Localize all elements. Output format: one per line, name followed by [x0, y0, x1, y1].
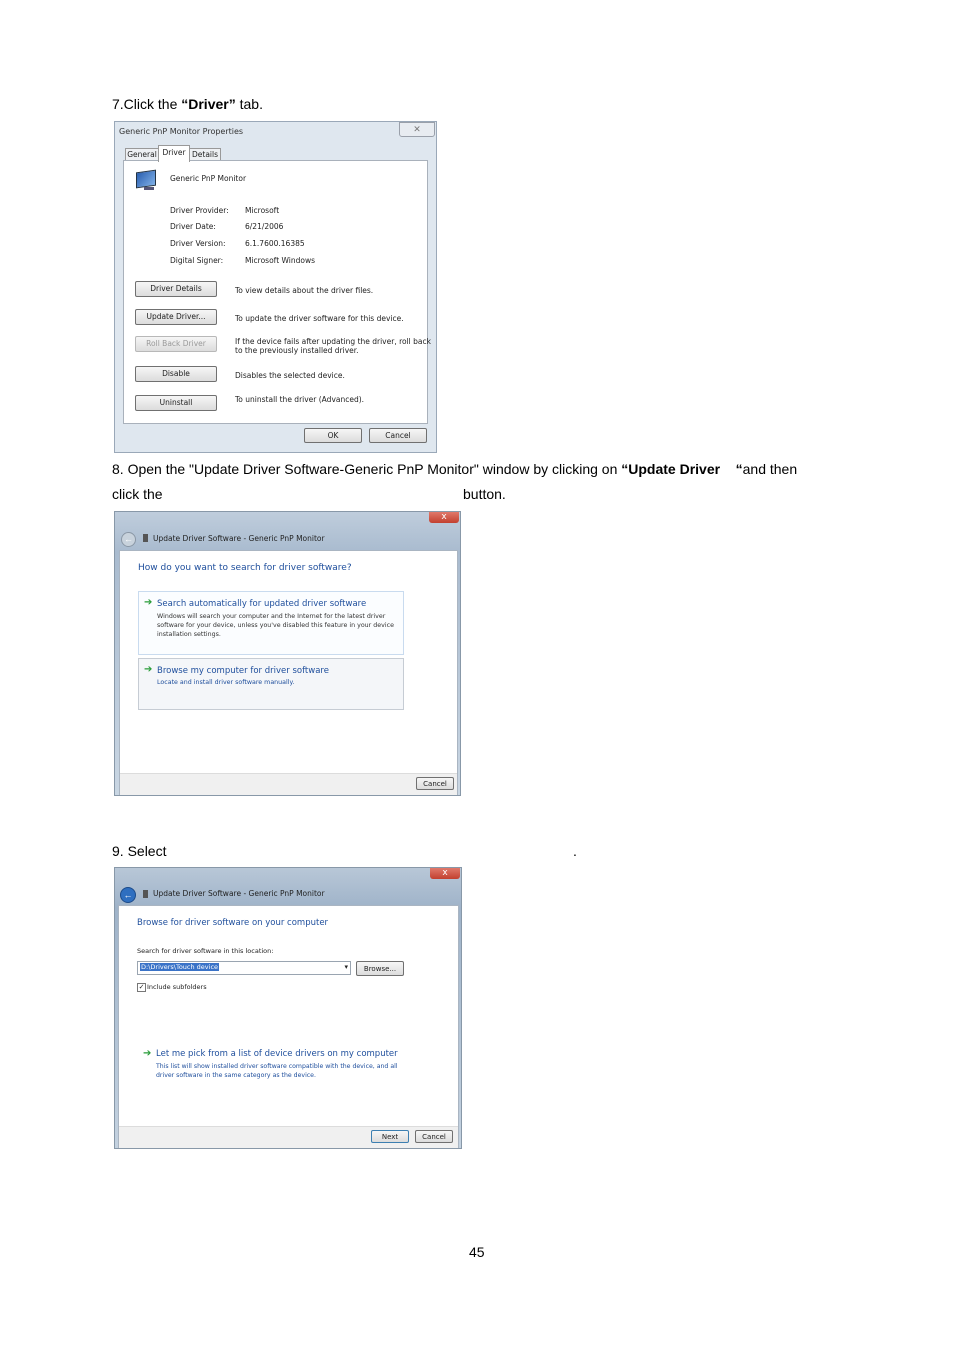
cancel-button[interactable]: Cancel: [369, 428, 427, 443]
green-arrow-icon: ➔: [144, 664, 153, 675]
uninstall-desc: To uninstall the driver (Advanced).: [235, 395, 365, 404]
footer-divider: [120, 773, 457, 795]
ok-button[interactable]: OK: [304, 428, 362, 443]
monitor-icon: [136, 169, 156, 189]
roll-back-desc: If the device fails after updating the d…: [235, 337, 431, 346]
browse-heading: Browse for driver software on your compu…: [137, 918, 329, 928]
option-title: Browse my computer for driver software: [157, 666, 329, 676]
cancel-button[interactable]: Cancel: [416, 777, 454, 790]
info-value: 6/21/2006: [245, 222, 284, 231]
update-driver-search-screenshot: x ← Update Driver Software - Generic PnP…: [114, 511, 461, 796]
window-title: Update Driver Software - Generic PnP Mon…: [153, 889, 325, 898]
driver-panel: Generic PnP Monitor Driver Provider: Mic…: [123, 160, 431, 424]
driver-details-desc: To view details about the driver files.: [235, 286, 374, 295]
browse-driver-screenshot: x ← Update Driver Software - Generic PnP…: [114, 867, 462, 1149]
step8-instruction-line2-left: click the: [112, 486, 163, 502]
info-label: Driver Version:: [170, 239, 226, 248]
step8-instruction-line1: 8. Open the "Update Driver Software-Gene…: [112, 461, 798, 477]
option-desc-line: Windows will search your computer and th…: [157, 613, 386, 620]
driver-details-button[interactable]: Driver Details: [135, 281, 217, 297]
step9-instruction-end: .: [573, 843, 577, 859]
info-value: Microsoft: [245, 206, 280, 215]
next-button[interactable]: Next: [371, 1130, 409, 1143]
back-arrow-icon[interactable]: ←: [121, 532, 136, 547]
dialog-title: Generic PnP Monitor Properties: [119, 127, 244, 136]
include-subfolders-checkbox[interactable]: ✓: [137, 983, 146, 992]
device-icon: [143, 890, 148, 898]
disable-button[interactable]: Disable: [135, 366, 217, 382]
option-desc-line: installation settings.: [157, 631, 221, 638]
option-desc-line: software for your device, unless you've …: [157, 622, 394, 629]
green-arrow-icon: ➔: [144, 597, 153, 608]
info-label: Digital Signer:: [170, 256, 224, 265]
path-value: D:\Drivers\Touch device: [140, 963, 220, 971]
info-label: Driver Date:: [170, 222, 216, 231]
pick-from-list-link[interactable]: Let me pick from a list of device driver…: [156, 1049, 398, 1059]
option-desc: Locate and install driver software manua…: [157, 679, 295, 686]
tab-driver[interactable]: Driver: [158, 145, 190, 162]
close-icon[interactable]: x: [429, 512, 459, 523]
cancel-button[interactable]: Cancel: [415, 1130, 453, 1143]
window-title: Update Driver Software - Generic PnP Mon…: [153, 534, 325, 543]
search-location-label: Search for driver software in this locat…: [137, 947, 274, 955]
roll-back-desc-line2: to the previously installed driver.: [235, 346, 359, 355]
info-value: 6.1.7600.16385: [245, 239, 305, 248]
content-area: How do you want to search for driver sof…: [119, 550, 458, 795]
pick-desc-line: This list will show installed driver sof…: [156, 1063, 398, 1070]
step8-instruction-line2-right: button.: [463, 486, 506, 502]
close-icon[interactable]: ✕: [399, 122, 435, 137]
step9-instruction: 9. Select: [112, 843, 167, 859]
info-value: Microsoft Windows: [245, 256, 315, 265]
browse-button[interactable]: Browse...: [356, 961, 404, 976]
monitor-stand-icon: [144, 187, 154, 190]
roll-back-driver-button[interactable]: Roll Back Driver: [135, 336, 217, 352]
step7-instruction: 7.Click the “Driver” tab.: [112, 96, 263, 112]
green-arrow-icon: ➔: [143, 1048, 152, 1059]
option-title: Search automatically for updated driver …: [157, 599, 367, 609]
path-combobox[interactable]: D:\Drivers\Touch device ▾: [137, 961, 351, 975]
pick-desc-line: driver software in the same category as …: [156, 1072, 316, 1079]
update-driver-button[interactable]: Update Driver...: [135, 309, 217, 325]
close-icon[interactable]: x: [430, 868, 460, 879]
search-automatically-option[interactable]: ➔ Search automatically for updated drive…: [138, 591, 404, 655]
include-subfolders-label: Include subfolders: [147, 983, 207, 991]
device-name: Generic PnP Monitor: [170, 174, 247, 183]
page-number: 45: [469, 1244, 485, 1260]
content-area: Browse for driver software on your compu…: [118, 905, 459, 1148]
question-heading: How do you want to search for driver sof…: [138, 563, 352, 573]
device-icon: [143, 534, 148, 542]
browse-computer-option[interactable]: ➔ Browse my computer for driver software…: [138, 658, 404, 710]
info-label: Driver Provider:: [170, 206, 229, 215]
update-driver-desc: To update the driver software for this d…: [235, 314, 404, 323]
disable-desc: Disables the selected device.: [235, 371, 345, 380]
chevron-down-icon[interactable]: ▾: [344, 963, 348, 971]
back-arrow-icon[interactable]: ←: [120, 887, 136, 903]
uninstall-button[interactable]: Uninstall: [135, 395, 217, 411]
properties-dialog-screenshot: Generic PnP Monitor Properties ✕ General…: [114, 121, 437, 453]
